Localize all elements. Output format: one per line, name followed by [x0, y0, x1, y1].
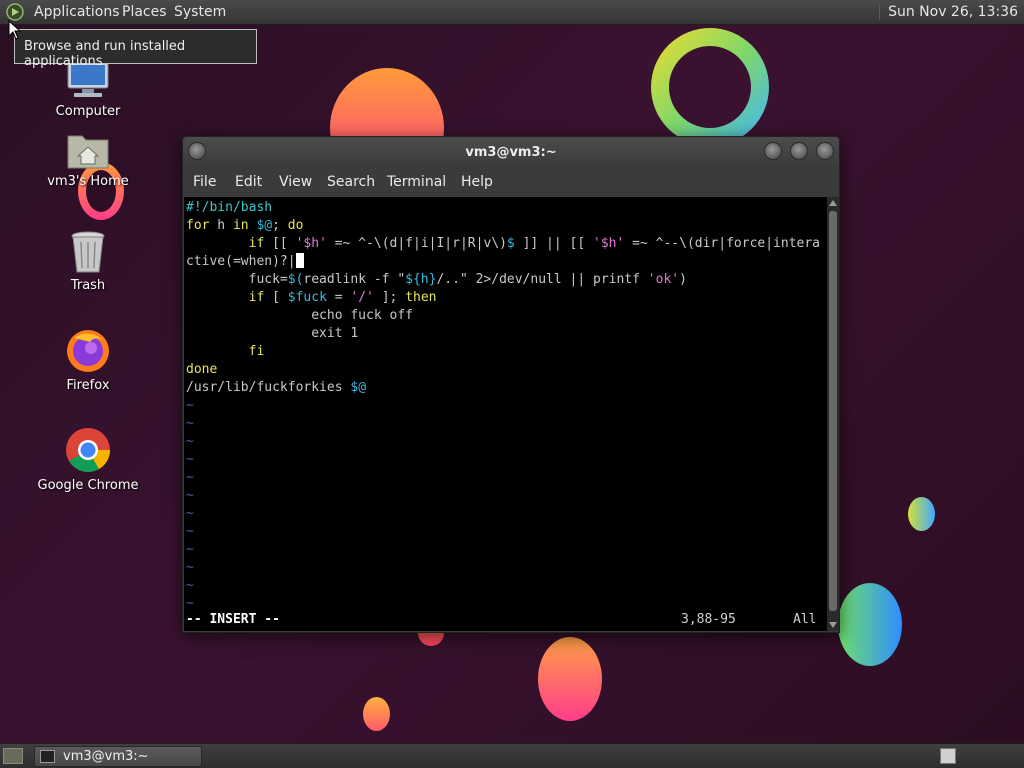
- menu-file[interactable]: File: [193, 174, 216, 190]
- vim-empty-line-marker: ~: [186, 488, 194, 503]
- terminal-line: if [ $fuck = '/' ]; then: [248, 290, 437, 305]
- desktop-icon-trash[interactable]: Trash: [28, 230, 148, 293]
- terminal-line: done: [186, 362, 218, 377]
- terminal-scrollbar[interactable]: [827, 197, 839, 631]
- menu-search[interactable]: Search: [327, 174, 375, 190]
- decor-pink-blob: [538, 637, 602, 721]
- terminal-window[interactable]: vm3@vm3:~ File Edit View Search Terminal…: [182, 136, 840, 633]
- menu-system[interactable]: System: [174, 4, 226, 20]
- vim-empty-line-marker: ~: [186, 542, 194, 557]
- desktop-icon-label: Firefox: [66, 378, 110, 393]
- terminal-line: echo fuck off: [186, 308, 413, 323]
- decor-green-blob: [838, 583, 902, 666]
- desktop-icon-label: vm3's Home: [47, 174, 129, 189]
- desktop-icon-chrome[interactable]: Google Chrome: [28, 426, 148, 493]
- desktop-icon-firefox[interactable]: Firefox: [28, 326, 148, 393]
- decor-gradient-ring: [651, 28, 769, 146]
- terminal-line: /usr/lib/fuckforkies $@: [186, 380, 367, 395]
- terminal-line: ctive(=when)?|: [186, 253, 304, 271]
- show-desktop-icon[interactable]: [3, 748, 23, 764]
- terminal-line: exit 1: [186, 326, 359, 341]
- taskbar-label: vm3@vm3:~: [63, 749, 149, 764]
- terminal-line: fuck=$(readlink -f "${h}/.." 2>/dev/null…: [186, 272, 687, 287]
- text-cursor: [295, 253, 304, 268]
- top-panel: Applications Places System Sun Nov 26, 1…: [0, 0, 1024, 25]
- terminal-icon: [40, 750, 55, 763]
- vim-empty-line-marker: ~: [186, 524, 194, 539]
- vim-empty-line-marker: ~: [186, 596, 194, 611]
- clock[interactable]: Sun Nov 26, 13:36: [879, 4, 1018, 20]
- menu-view[interactable]: View: [279, 174, 312, 190]
- desktop-icon-label: Trash: [70, 278, 106, 293]
- menu-terminal[interactable]: Terminal: [387, 174, 446, 190]
- desktop-icon-label: Google Chrome: [37, 478, 139, 493]
- scrollbar-thumb[interactable]: [829, 211, 837, 611]
- vim-cursor-position: 3,88-95: [681, 612, 736, 627]
- terminal-line: if [[ '$h' =~ ^-\(d|f|i|I|r|R|v\)$ ]] ||…: [248, 236, 821, 251]
- applications-tooltip: Browse and run installed applications: [14, 29, 257, 69]
- scroll-down-arrow-icon[interactable]: [829, 622, 837, 628]
- home-folder-icon: [67, 135, 109, 169]
- close-button[interactable]: [816, 142, 834, 160]
- applications-logo-icon[interactable]: [6, 3, 24, 21]
- desktop-icon-home[interactable]: vm3's Home: [28, 130, 148, 189]
- decor-small-blob: [908, 497, 935, 531]
- window-titlebar[interactable]: vm3@vm3:~: [183, 137, 839, 169]
- vim-empty-line-marker: ~: [186, 506, 194, 521]
- vim-mode-indicator: -- INSERT --: [186, 612, 280, 627]
- scroll-up-arrow-icon[interactable]: [829, 200, 837, 206]
- maximize-button[interactable]: [790, 142, 808, 160]
- menu-edit[interactable]: Edit: [235, 174, 262, 190]
- firefox-icon: [67, 330, 109, 372]
- trash-icon: [71, 231, 105, 273]
- vim-empty-line-marker: ~: [186, 452, 194, 467]
- taskbar-terminal-button[interactable]: vm3@vm3:~: [34, 746, 202, 767]
- vim-empty-line-marker: ~: [186, 398, 194, 413]
- chrome-icon: [66, 428, 110, 472]
- window-title: vm3@vm3:~: [465, 145, 557, 160]
- vim-empty-line-marker: ~: [186, 470, 194, 485]
- vim-empty-line-marker: ~: [186, 416, 194, 431]
- bottom-panel: vm3@vm3:~: [0, 743, 1024, 768]
- terminal-line: for h in $@; do: [186, 218, 304, 233]
- mouse-pointer-icon: [8, 20, 22, 40]
- vim-scroll-position: All: [793, 612, 817, 627]
- workspace-switcher[interactable]: [940, 748, 956, 764]
- terminal-line: fi: [248, 344, 265, 359]
- terminal-text-area[interactable]: -- INSERT -- 3,88-95 All #!/bin/bash for …: [184, 197, 827, 631]
- vim-empty-line-marker: ~: [186, 560, 194, 575]
- desktop-icon-label: Computer: [55, 104, 121, 119]
- menu-places[interactable]: Places: [122, 4, 167, 20]
- decor-small-orange-blob: [363, 697, 390, 731]
- terminal-menubar: File Edit View Search Terminal Help: [183, 169, 839, 197]
- vim-empty-line-marker: ~: [186, 578, 194, 593]
- terminal-line: #!/bin/bash: [186, 200, 273, 215]
- menu-help[interactable]: Help: [461, 174, 493, 190]
- vim-empty-line-marker: ~: [186, 434, 194, 449]
- minimize-button[interactable]: [764, 142, 782, 160]
- menu-applications[interactable]: Applications: [34, 4, 120, 20]
